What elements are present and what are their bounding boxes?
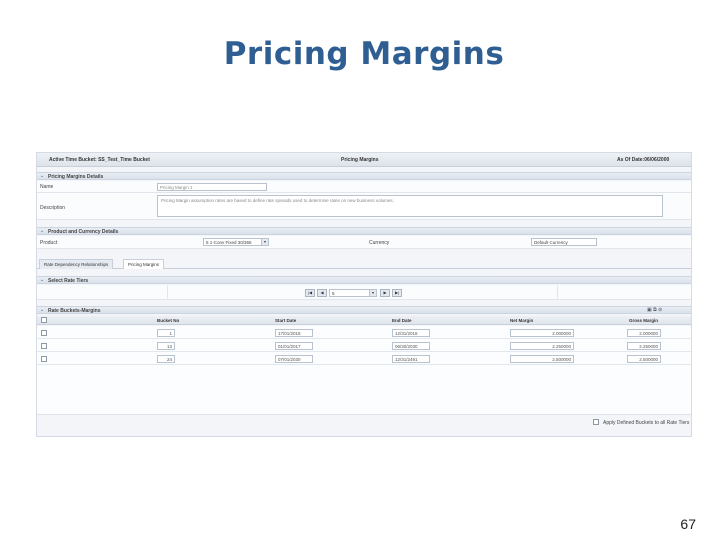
grid-empty-area (37, 365, 691, 415)
gross-margin-field[interactable]: 2.500000 (627, 355, 661, 363)
previous-page-button[interactable]: ◀ (317, 289, 327, 297)
bucket-no-field[interactable]: 24 (157, 355, 175, 363)
end-date-field[interactable]: 12/31/2018 (392, 329, 430, 337)
first-page-button[interactable]: |◀ (305, 289, 315, 297)
col-start-date[interactable]: Start Date (275, 318, 296, 323)
net-margin-field[interactable]: 2.500000 (510, 355, 574, 363)
end-date-field[interactable]: 06/30/2030 (392, 342, 430, 350)
currency-label: Currency (369, 240, 390, 246)
table-row[interactable]: 1 17/01/2018 12/31/2018 2.000000 2.00000… (37, 326, 691, 339)
tab-pricing-margins[interactable]: Pricing Margins (123, 259, 165, 269)
product-select[interactable]: 5 1-Conv Fixed 30/365 ▾ (203, 238, 269, 246)
delete-icon[interactable]: ⊘ (658, 307, 662, 313)
net-margin-field[interactable]: 2.000000 (510, 329, 574, 337)
col-net-margin[interactable]: Net Margin (510, 318, 533, 323)
chevron-down-icon: ▾ (261, 239, 268, 245)
product-label: Product (40, 240, 58, 246)
slide: Pricing Margins Active Time Bucket: SS_T… (0, 0, 728, 546)
as-of-date: As Of Date:06/06/2000 (617, 157, 670, 163)
description-row: Description Pricing Margin assumption ra… (37, 193, 691, 220)
name-row: Name Pricing Margin 1 (37, 181, 691, 193)
section-rate-buckets-margins[interactable]: ⌄ Rate Buckets-Margins ▣ ⧉ ⊘ (37, 306, 691, 314)
section-product-currency-details[interactable]: ⌄ Product and Currency Details (37, 227, 691, 235)
row-checkbox[interactable] (41, 343, 47, 349)
net-margin-field[interactable]: 2.250000 (510, 342, 574, 350)
select-all-checkbox[interactable] (41, 317, 47, 323)
bucket-no-field[interactable]: 13 (157, 342, 175, 350)
col-end-date[interactable]: End Date (392, 318, 412, 323)
as-of-date-value: 06/06/2000 (644, 157, 670, 163)
name-label: Name (40, 184, 54, 190)
rate-tier-pager-row: |◀ ◀ 5 ▾ ▶ ▶| (37, 285, 691, 300)
chevron-down-icon: ⌄ (40, 173, 45, 179)
grid-header: Bucket No Start Date End Date Net Margin… (37, 316, 691, 325)
apply-all-tiers-label: Apply Defined Buckets to all Rate Tiers (603, 420, 690, 426)
start-date-field[interactable]: 01/01/2017 (275, 342, 313, 350)
table-row[interactable]: 13 01/01/2017 06/30/2030 2.250000 2.2500… (37, 339, 691, 352)
row-checkbox[interactable] (41, 330, 47, 336)
tab-rate-dependency-relationships[interactable]: Rate Dependency Relationships (39, 259, 114, 269)
slide-title: Pricing Margins (223, 36, 505, 72)
section-pricing-margins-details[interactable]: ⌄ Pricing Margins Details (37, 172, 691, 180)
add-icon[interactable]: ▣ (647, 307, 652, 313)
apply-all-tiers-checkbox[interactable] (593, 419, 599, 425)
table-row[interactable]: 24 07/01/2030 12/31/2491 2.500000 2.5000… (37, 352, 691, 365)
copy-icon[interactable]: ⧉ (653, 307, 657, 313)
pricing-margins-window: Active Time Bucket: SS_Test_Time Bucket … (36, 152, 692, 437)
active-time-bucket-label: Active Time Bucket: SS_Test_Time Bucket (49, 157, 150, 163)
section-select-rate-tiers[interactable]: ⌄ Select Rate Tiers (37, 276, 691, 284)
next-page-button[interactable]: ▶ (380, 289, 390, 297)
last-page-button[interactable]: ▶| (392, 289, 402, 297)
name-field[interactable]: Pricing Margin 1 (157, 183, 267, 191)
row-checkbox[interactable] (41, 356, 47, 362)
window-title: Pricing Margins (341, 157, 379, 163)
chevron-down-icon: ⌄ (40, 307, 45, 313)
page-number: 67 (680, 516, 696, 532)
start-date-field[interactable]: 07/01/2030 (275, 355, 313, 363)
end-date-field[interactable]: 12/31/2491 (392, 355, 430, 363)
col-bucket-no[interactable]: Bucket No (157, 318, 179, 323)
chevron-down-icon: ⌄ (40, 277, 45, 283)
currency-field[interactable]: Default Currency (531, 238, 597, 246)
top-bar: Active Time Bucket: SS_Test_Time Bucket … (37, 153, 691, 167)
chevron-down-icon: ⌄ (40, 228, 45, 234)
chevron-down-icon: ▾ (369, 290, 376, 296)
tab-bar: Rate Dependency Relationships Pricing Ma… (37, 259, 691, 269)
gross-margin-field[interactable]: 2.250000 (627, 342, 661, 350)
active-time-bucket-value: SS_Test_Time Bucket (98, 157, 150, 163)
grid-toolbar: ▣ ⧉ ⊘ (647, 307, 662, 315)
description-label: Description (40, 205, 66, 211)
bucket-no-field[interactable]: 1 (157, 329, 175, 337)
gross-margin-field[interactable]: 2.000000 (627, 329, 661, 337)
rate-tier-select[interactable]: 5 ▾ (329, 289, 377, 297)
description-field[interactable]: Pricing Margin assumption rates are base… (157, 195, 663, 217)
start-date-field[interactable]: 17/01/2018 (275, 329, 313, 337)
col-gross-margin[interactable]: Gross Margin (629, 318, 658, 323)
product-row: Product 5 1-Conv Fixed 30/365 ▾ Currency… (37, 236, 691, 249)
